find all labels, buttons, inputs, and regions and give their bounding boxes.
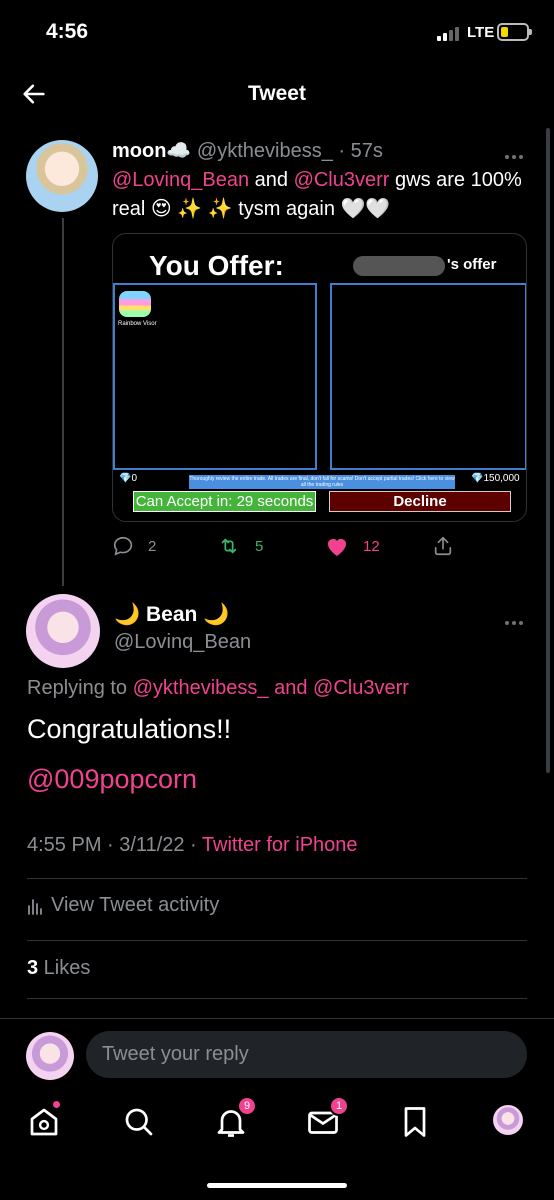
reply-input[interactable]: [86, 1031, 527, 1078]
tab-search[interactable]: [121, 1104, 157, 1140]
tweet-header: moon☁️ @ykthevibess_ · 57s: [112, 138, 383, 163]
search-icon: [125, 1108, 153, 1136]
avatar: [26, 1032, 74, 1080]
network-label: LTE: [467, 24, 495, 41]
like-count: 12: [363, 537, 380, 555]
profile-avatar[interactable]: [493, 1105, 523, 1135]
message-badge: 1: [329, 1096, 349, 1116]
analytics-icon: [28, 898, 42, 915]
likes-count: 3: [27, 957, 39, 979]
home-indicator: [207, 1183, 347, 1188]
notification-badge: 9: [237, 1096, 257, 1116]
mention-link[interactable]: @ykthevibess_: [133, 677, 269, 699]
tweet-image[interactable]: You Offer: 's offer Rainbow Visor 💎0 Tho…: [112, 233, 527, 522]
page-title: Tweet: [248, 82, 306, 105]
tab-bookmarks[interactable]: [397, 1104, 433, 1140]
offer-panel-right: [330, 283, 526, 470]
more-icon[interactable]: [505, 612, 526, 630]
mention-link[interactable]: @Clu3verr: [294, 169, 390, 191]
diamond-count: 💎150,000: [471, 473, 520, 484]
tab-messages[interactable]: 1: [305, 1096, 349, 1140]
avatar[interactable]: [26, 140, 98, 212]
more-icon[interactable]: [505, 146, 526, 164]
activity-label: View Tweet activity: [51, 894, 220, 916]
tweet-text: Congratulations!!: [27, 714, 232, 744]
offer-panel-left: Rainbow Visor: [113, 283, 317, 470]
heart-icon: [328, 539, 346, 556]
tweet-age: · 57s: [338, 140, 383, 162]
mention-link[interactable]: @Lovinq_Bean: [112, 169, 249, 191]
retweet-icon: [221, 538, 237, 554]
display-name[interactable]: 🌙 Bean 🌙: [114, 603, 229, 627]
scrollbar[interactable]: [546, 128, 550, 773]
mention-link[interactable]: @Clu3verr: [313, 677, 409, 699]
user-handle[interactable]: @ykthevibess_: [197, 140, 333, 162]
battery-icon: [497, 23, 532, 41]
reply-button[interactable]: 2: [112, 535, 156, 557]
tweet-text-part: and: [249, 169, 294, 191]
divider: [27, 878, 527, 879]
tab-notifications[interactable]: 9: [213, 1096, 257, 1140]
tweet-meta: 4:55 PM · 3/11/22 · Twitter for iPhone: [27, 834, 358, 857]
status-time: 4:56: [46, 20, 89, 43]
rainbow-visor-icon: [119, 291, 151, 317]
timestamp: 4:55 PM · 3/11/22 ·: [27, 834, 202, 856]
reply-icon: [113, 536, 133, 556]
avatar[interactable]: [26, 594, 100, 668]
replying-to: Replying to @ykthevibess_ and @Clu3verr: [27, 677, 409, 700]
thread-line: [62, 218, 64, 586]
view-activity-button[interactable]: View Tweet activity: [27, 894, 219, 917]
like-button[interactable]: 12: [325, 535, 380, 557]
notification-dot: [53, 1101, 60, 1108]
replying-prefix: Replying to: [27, 677, 133, 699]
item-label: Rainbow Visor: [118, 321, 157, 327]
reply-count: 2: [148, 537, 157, 555]
replying-and: and: [268, 677, 314, 699]
diamond-count: 💎0: [119, 473, 138, 484]
display-name[interactable]: moon☁️: [112, 140, 191, 162]
tab-home[interactable]: [26, 1101, 62, 1140]
divider: [27, 940, 527, 941]
you-offer-title: You Offer:: [149, 250, 284, 281]
share-icon[interactable]: [432, 535, 454, 557]
user-handle[interactable]: @Lovinq_Bean: [114, 631, 251, 654]
retweet-button[interactable]: 5: [217, 535, 263, 557]
tweet-text: @Lovinq_Bean and @Clu3verr gws are 100% …: [112, 166, 532, 224]
accept-button: Can Accept in: 29 seconds: [133, 491, 316, 512]
source-link[interactable]: Twitter for iPhone: [202, 834, 358, 856]
signal-icon: [437, 27, 459, 41]
likes-link[interactable]: 3 Likes: [27, 957, 90, 980]
trade-warning: Thoroughly review the entire trade. All …: [189, 475, 455, 489]
bookmark-icon: [404, 1107, 426, 1137]
divider: [27, 998, 527, 999]
home-icon: [30, 1108, 58, 1136]
mention-link[interactable]: @009popcorn: [27, 764, 197, 795]
likes-label: Likes: [38, 957, 91, 979]
redacted-name: [353, 256, 445, 276]
decline-button: Decline: [329, 491, 511, 512]
their-offer-title: 's offer: [447, 256, 497, 273]
retweet-count: 5: [255, 537, 264, 555]
